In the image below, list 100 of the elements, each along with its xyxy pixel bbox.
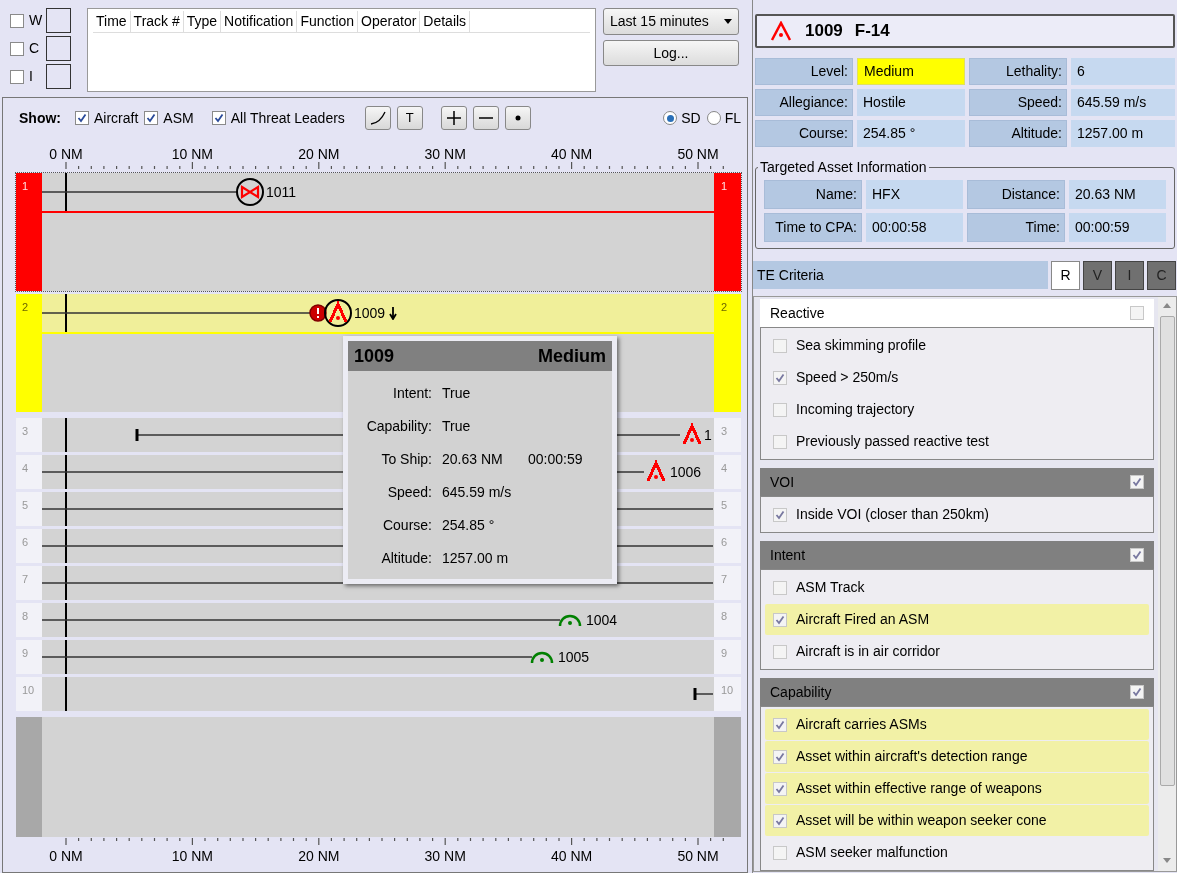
checkbox[interactable]	[10, 69, 24, 84]
checkbox[interactable]	[1130, 548, 1144, 562]
row-number: 3	[22, 425, 29, 437]
toolbar-button[interactable]	[440, 106, 467, 130]
track-type: F-14	[854, 20, 890, 43]
checkbox[interactable]	[773, 338, 787, 353]
tooltip-value: 20.63 NM	[442, 450, 504, 469]
column-header[interactable]: Notification	[221, 11, 298, 32]
checkbox[interactable]	[10, 13, 24, 28]
field-value: Hostile	[857, 89, 965, 116]
checkbox[interactable]	[773, 845, 787, 860]
tooltip-value: 645.59 m/s	[442, 483, 513, 502]
radio-button[interactable]	[663, 111, 678, 125]
field-label: Level:	[755, 58, 853, 85]
row-number: 2	[721, 301, 728, 313]
criterion-label: Previously passed reactive test	[796, 432, 989, 451]
range-label: 20 NM	[298, 848, 340, 864]
row-number: 5	[721, 499, 728, 511]
show-label: Show:	[19, 108, 61, 128]
section-header[interactable]: Intent	[760, 541, 1154, 569]
scroll-down-icon[interactable]	[1163, 858, 1171, 863]
tooltip-track: 1009	[354, 344, 395, 368]
track-label: 1004	[586, 611, 618, 629]
group-title: Targeted Asset Information	[759, 158, 928, 177]
checkbox[interactable]	[211, 111, 226, 125]
radio-button[interactable]	[706, 111, 721, 125]
checkbox[interactable]	[773, 434, 787, 449]
field-value: 254.85 °	[857, 120, 965, 147]
alert-indicator	[46, 36, 71, 61]
row-number: 5	[22, 499, 29, 511]
row-number: 8	[721, 610, 728, 622]
track-line	[694, 693, 713, 695]
origin-line	[65, 173, 67, 211]
filter-label[interactable]: Aircraft	[94, 107, 139, 129]
tooltip-label: Course:	[381, 516, 432, 535]
column-header[interactable]: Operator	[358, 11, 421, 32]
section-header[interactable]: Reactive	[760, 299, 1154, 327]
row-number: 6	[721, 536, 728, 548]
row-number: 4	[721, 462, 728, 474]
alert-label: I	[29, 67, 34, 86]
section-header[interactable]: Capability	[760, 678, 1154, 706]
checkbox[interactable]	[1130, 685, 1144, 699]
column-header[interactable]: Track #	[130, 11, 184, 32]
scrollbar[interactable]	[1158, 297, 1176, 871]
range-label: 30 NM	[424, 146, 466, 162]
checkbox[interactable]	[773, 749, 787, 764]
column-header[interactable]: Function	[297, 11, 359, 32]
tooltip-value: 00:00:59	[528, 450, 583, 469]
checkbox[interactable]	[773, 402, 787, 417]
checkbox[interactable]	[773, 717, 787, 732]
checkbox[interactable]	[144, 111, 159, 125]
arc-icon[interactable]	[530, 651, 554, 664]
section-title: Reactive	[770, 303, 825, 323]
chevron-icon	[769, 21, 793, 41]
checkbox[interactable]	[773, 580, 787, 595]
range-label: 40 NM	[551, 146, 593, 162]
toolbar-button[interactable]	[472, 106, 499, 130]
column-header[interactable]: Time	[93, 11, 131, 32]
criterion-label: Aircraft Fired an ASM	[796, 610, 930, 629]
field-label: Speed:	[969, 89, 1067, 116]
field-label: Altitude:	[969, 120, 1067, 147]
checkbox[interactable]	[1130, 475, 1144, 489]
checkbox[interactable]	[773, 644, 787, 659]
toolbar-button[interactable]: T	[396, 106, 423, 130]
mode-label[interactable]: FL	[724, 107, 741, 129]
checkbox[interactable]	[773, 507, 787, 522]
scroll-up-icon[interactable]	[1163, 303, 1171, 308]
track-label: 1005	[558, 648, 590, 666]
field-value: Medium	[857, 58, 965, 85]
mode-label[interactable]: SD	[681, 107, 701, 129]
filter-label[interactable]: ASM	[163, 107, 194, 129]
toolbar-button[interactable]	[504, 106, 531, 130]
column-header[interactable]: Details	[420, 11, 471, 32]
section-header[interactable]: VOI	[760, 468, 1154, 496]
checkbox[interactable]	[75, 111, 89, 125]
selection-ring[interactable]	[236, 178, 264, 206]
arc-icon[interactable]	[558, 614, 582, 627]
range-label: 0 NM	[49, 146, 83, 162]
column-header[interactable]: Type	[183, 11, 222, 32]
log-button[interactable]: Log...	[603, 40, 739, 66]
checkbox[interactable]	[773, 781, 787, 796]
time-range-dropdown[interactable]: Last 15 minutes	[603, 8, 739, 35]
checkbox[interactable]	[773, 813, 787, 828]
section-title: VOI	[770, 472, 795, 492]
field-label: Name:	[764, 180, 862, 209]
filter-label[interactable]: All Threat Leaders	[230, 107, 345, 129]
range-label: 0 NM	[49, 848, 83, 864]
criteria-tab[interactable]: R	[1051, 261, 1080, 290]
row-number: 2	[22, 301, 29, 313]
checkbox[interactable]	[773, 612, 787, 627]
range-label: 10 NM	[171, 848, 213, 864]
scrollbar-thumb[interactable]	[1159, 316, 1175, 786]
row-number: 7	[22, 573, 29, 585]
checkbox[interactable]	[773, 370, 787, 385]
toolbar-button[interactable]	[364, 106, 391, 130]
checkbox[interactable]	[10, 41, 24, 56]
alert-indicator	[46, 8, 71, 33]
criterion-label: Asset within aircraft's detection range	[796, 747, 1028, 766]
origin-line	[65, 677, 67, 711]
checkbox[interactable]	[1130, 306, 1144, 320]
